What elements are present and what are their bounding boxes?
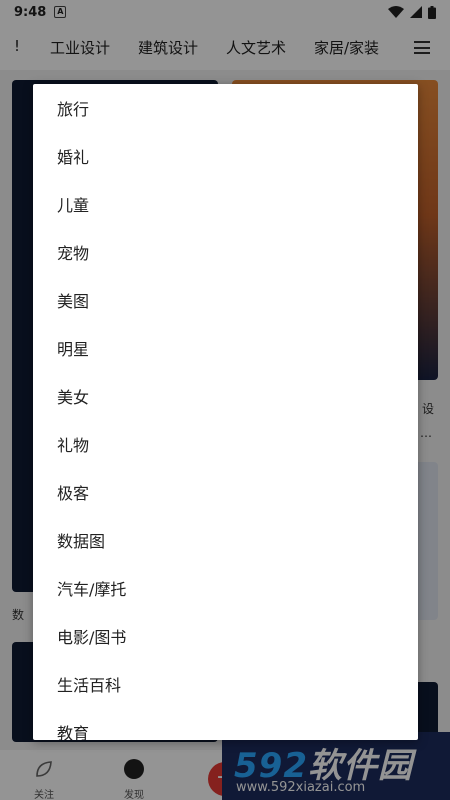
category-dropdown: 旅行 婚礼 儿童 宠物 美图 明星 美女 礼物 极客 数据图 汽车/摩托 电影/… xyxy=(33,84,418,740)
dropdown-item-geek[interactable]: 极客 xyxy=(33,468,418,516)
dropdown-item-life-encyclopedia[interactable]: 生活百科 xyxy=(33,660,418,708)
dropdown-item-movies-books[interactable]: 电影/图书 xyxy=(33,612,418,660)
dropdown-item-beautiful-pictures[interactable]: 美图 xyxy=(33,276,418,324)
dropdown-item-data-charts[interactable]: 数据图 xyxy=(33,516,418,564)
dropdown-item-children[interactable]: 儿童 xyxy=(33,180,418,228)
dropdown-item-gifts[interactable]: 礼物 xyxy=(33,420,418,468)
dropdown-item-education[interactable]: 教育 xyxy=(33,708,418,740)
dropdown-item-travel[interactable]: 旅行 xyxy=(33,84,418,132)
dropdown-item-celebrities[interactable]: 明星 xyxy=(33,324,418,372)
dropdown-item-cars-motorcycles[interactable]: 汽车/摩托 xyxy=(33,564,418,612)
dropdown-item-pets[interactable]: 宠物 xyxy=(33,228,418,276)
dropdown-item-wedding[interactable]: 婚礼 xyxy=(33,132,418,180)
dropdown-item-beauty[interactable]: 美女 xyxy=(33,372,418,420)
